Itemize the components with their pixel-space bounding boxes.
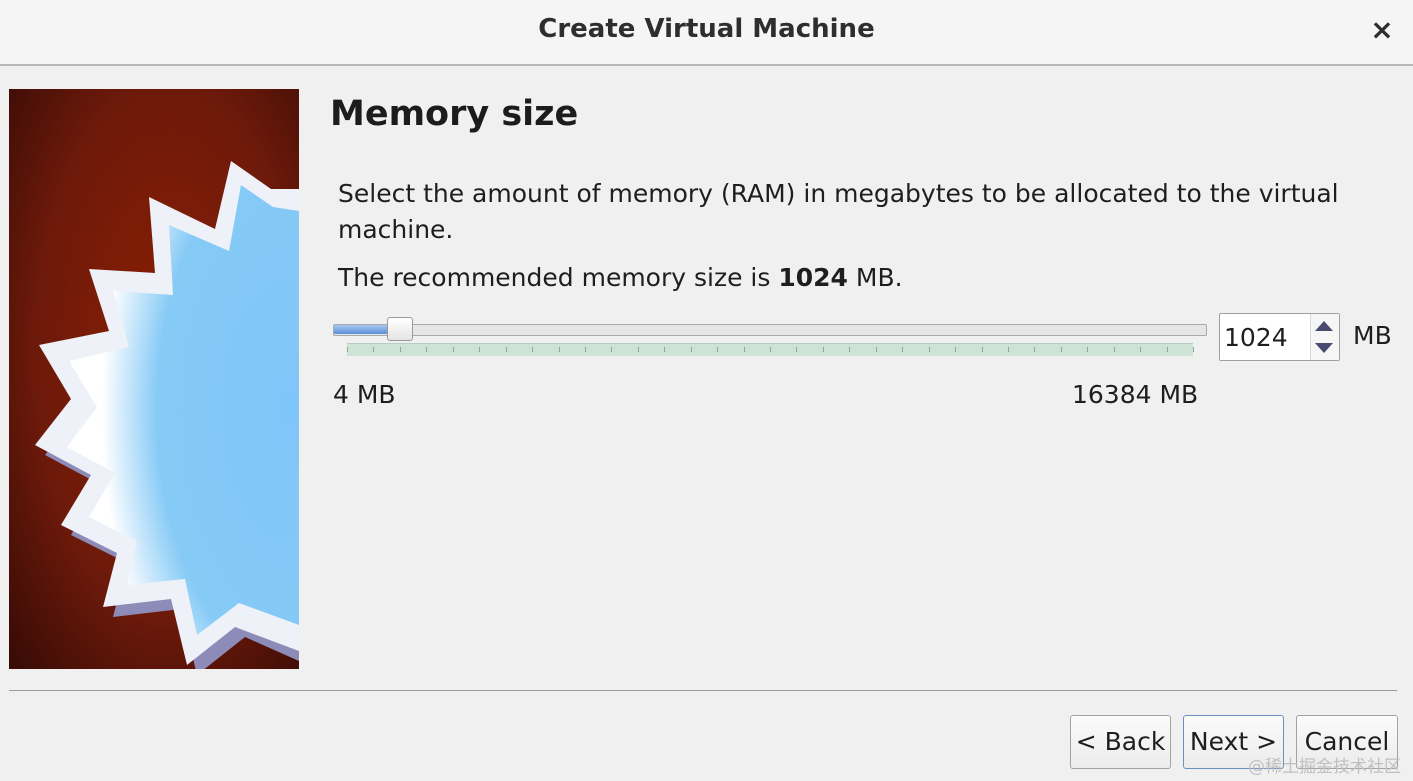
slider-tick bbox=[1034, 347, 1036, 352]
close-icon[interactable]: × bbox=[1367, 14, 1397, 46]
memory-spinbox[interactable] bbox=[1219, 313, 1340, 361]
slider-tick bbox=[770, 347, 771, 352]
slider-tick bbox=[796, 347, 798, 352]
recommended-memory-value: 1024 bbox=[778, 263, 848, 292]
slider-tick bbox=[505, 347, 507, 352]
spin-up-arrow-icon[interactable] bbox=[1315, 321, 1333, 331]
slider-fill bbox=[334, 325, 389, 334]
slider-min-label: 4 MB bbox=[333, 380, 396, 409]
watermark: @稀土掘金技术社区 bbox=[1248, 757, 1401, 777]
slider-tick bbox=[611, 347, 613, 352]
back-button[interactable]: < Back bbox=[1070, 715, 1171, 769]
slider-tick bbox=[399, 347, 401, 352]
slider-tick bbox=[452, 347, 454, 352]
recommend-prefix: The recommended memory size is bbox=[338, 263, 779, 292]
slider-max-label: 16384 MB bbox=[1072, 380, 1199, 409]
slider-tick bbox=[822, 347, 824, 352]
slider-tick bbox=[558, 347, 560, 352]
window-title: Create Virtual Machine bbox=[538, 14, 875, 44]
slider-tick bbox=[875, 347, 877, 352]
spin-buttons bbox=[1310, 314, 1339, 360]
slider-groove[interactable] bbox=[333, 324, 1207, 336]
wizard-banner-image bbox=[9, 89, 299, 669]
footer-separator bbox=[9, 690, 1397, 691]
recommend-suffix: MB. bbox=[847, 263, 903, 292]
slider-tick bbox=[849, 347, 851, 352]
page-heading: Memory size bbox=[330, 94, 579, 134]
slider-tick bbox=[981, 347, 983, 352]
slider-tick bbox=[479, 347, 481, 352]
slider-tick bbox=[1113, 347, 1115, 352]
slider-tick bbox=[1166, 347, 1168, 352]
slider-tick bbox=[1140, 347, 1142, 352]
slider-tick bbox=[1060, 347, 1062, 352]
memory-slider[interactable] bbox=[333, 317, 1207, 359]
memory-size-input[interactable] bbox=[1220, 314, 1314, 360]
slider-tick bbox=[717, 347, 719, 352]
slider-tick bbox=[955, 347, 957, 352]
slider-tick bbox=[637, 347, 639, 352]
slider-tick bbox=[347, 347, 348, 352]
slider-tick bbox=[426, 347, 428, 352]
slider-tick bbox=[928, 347, 930, 352]
memory-unit-label: MB bbox=[1353, 321, 1392, 350]
slider-handle[interactable] bbox=[387, 317, 414, 341]
slider-tick bbox=[664, 347, 666, 352]
memory-description: Select the amount of memory (RAM) in meg… bbox=[338, 179, 1339, 244]
recommended-memory-text: The recommended memory size is 1024 MB. bbox=[338, 260, 903, 296]
spin-down-arrow-icon[interactable] bbox=[1315, 343, 1333, 353]
slider-ticks bbox=[347, 343, 1194, 356]
slider-tick bbox=[1007, 347, 1009, 352]
slider-tick bbox=[690, 347, 692, 352]
slider-tick bbox=[584, 347, 586, 352]
slider-tick bbox=[532, 347, 534, 352]
slider-tick bbox=[373, 347, 375, 352]
title-bar: Create Virtual Machine × bbox=[0, 0, 1413, 66]
slider-tick bbox=[1087, 347, 1089, 352]
slider-tick bbox=[743, 347, 745, 352]
slider-tick bbox=[902, 347, 904, 352]
slider-tick bbox=[1193, 347, 1194, 352]
